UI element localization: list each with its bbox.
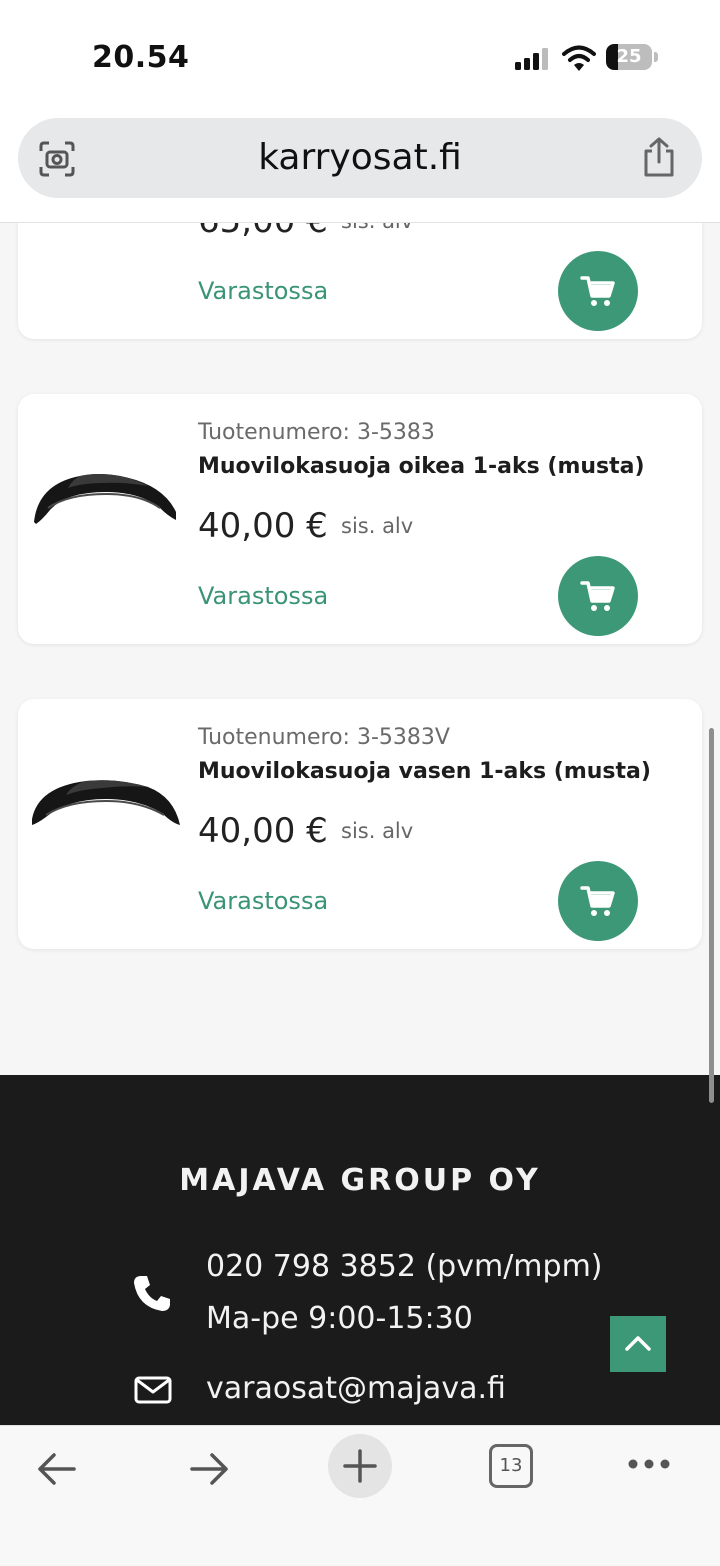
add-to-cart-button[interactable]	[558, 556, 638, 636]
product-card[interactable]: Tuotenumero: 3-5383V Muovilokasuoja vase…	[18, 699, 702, 949]
battery-level: 25	[616, 46, 642, 67]
more-icon[interactable]	[626, 1454, 672, 1474]
cart-icon	[580, 276, 615, 306]
browser-toolbar: 13	[0, 1425, 720, 1566]
site-footer: MAJAVA GROUP OY 020 798 3852 (pvm/mpm) M…	[0, 1075, 720, 1425]
signal-icon	[515, 48, 548, 70]
product-name[interactable]: Muovilokasuoja vasen 1-aks (musta)	[198, 759, 651, 784]
address-bar[interactable]: karryosat.fi	[18, 118, 702, 198]
phone-icon	[134, 1276, 170, 1311]
back-arrow-icon[interactable]	[34, 1446, 80, 1492]
product-list: 65,00 € sis. alv Varastossa Tuotenumero:…	[0, 223, 720, 1075]
product-name[interactable]: Muovilokasuoja oikea 1-aks (musta)	[198, 454, 645, 479]
product-price: 40,00 €	[198, 811, 328, 851]
status-bar: 20.54 25	[0, 0, 720, 110]
url-text[interactable]: karryosat.fi	[18, 118, 702, 198]
cart-icon	[580, 581, 615, 611]
battery-icon: 25	[606, 44, 658, 72]
product-stock-status: Varastossa	[198, 582, 329, 610]
product-price: 40,00 €	[198, 506, 328, 546]
product-sku: Tuotenumero: 3-5383V	[198, 725, 450, 750]
page-scrollbar[interactable]	[709, 728, 714, 1103]
footer-email[interactable]: varaosat@majava.fi	[206, 1371, 506, 1406]
product-sku: Tuotenumero: 3-5383	[198, 420, 435, 445]
footer-hours: Ma-pe 9:00-15:30	[206, 1301, 473, 1336]
share-icon[interactable]	[640, 136, 678, 178]
new-tab-button[interactable]	[328, 1434, 392, 1498]
product-stock-status: Varastossa	[198, 277, 329, 305]
product-vat-note: sis. alv	[341, 819, 414, 843]
product-vat-note: sis. alv	[341, 223, 413, 233]
wifi-icon	[562, 45, 596, 71]
add-to-cart-button[interactable]	[558, 861, 638, 941]
tabs-icon[interactable]: 13	[489, 1444, 533, 1488]
mail-icon	[134, 1376, 172, 1404]
status-time: 20.54	[92, 40, 190, 75]
plus-icon	[343, 1449, 377, 1483]
footer-phone[interactable]: 020 798 3852 (pvm/mpm)	[206, 1249, 603, 1284]
forward-arrow-icon[interactable]	[186, 1446, 232, 1492]
product-card[interactable]: 65,00 € sis. alv Varastossa	[18, 223, 702, 339]
add-to-cart-button[interactable]	[558, 251, 638, 331]
tab-count: 13	[499, 1455, 523, 1476]
browser-address-area: karryosat.fi	[0, 110, 720, 223]
mudguard-image[interactable]	[28, 454, 183, 544]
product-price: 65,00 €	[198, 223, 328, 241]
company-name: MAJAVA GROUP OY	[179, 1163, 541, 1198]
mudguard-image[interactable]	[28, 759, 183, 849]
product-vat-note: sis. alv	[341, 514, 414, 538]
scroll-to-top-button[interactable]	[610, 1316, 666, 1372]
product-stock-status: Varastossa	[198, 887, 329, 915]
cart-icon	[580, 886, 615, 916]
chevron-up-icon	[625, 1336, 651, 1351]
product-card[interactable]: Tuotenumero: 3-5383 Muovilokasuoja oikea…	[18, 394, 702, 644]
